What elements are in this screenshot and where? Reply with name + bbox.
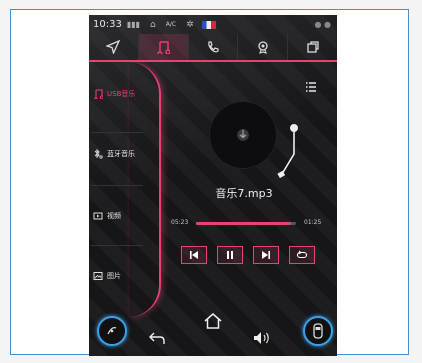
progress-fill xyxy=(196,222,291,225)
divider xyxy=(91,185,143,186)
flag-icon xyxy=(201,20,216,29)
next-icon xyxy=(262,251,270,259)
image-icon xyxy=(93,272,103,280)
status-dots-icon: ● ● xyxy=(314,20,331,29)
settings-badge-icon xyxy=(258,41,268,54)
previous-icon xyxy=(190,251,198,259)
progress-bar[interactable] xyxy=(196,222,296,225)
repeat-button[interactable] xyxy=(289,246,315,264)
album-disc: ⏚ xyxy=(210,102,276,168)
repeat-icon xyxy=(296,250,308,259)
head-unit-screen: 10:33 ▮▮▮ ⌂ A/C ✲ ● ● USB音乐 蓝牙音乐 视频 图片 ⏚… xyxy=(89,15,337,356)
copy-icon xyxy=(306,41,319,53)
tab-copy[interactable] xyxy=(288,34,337,60)
volume-icon xyxy=(254,332,269,344)
usb-music-icon xyxy=(94,89,103,99)
sidebar-item-label: 图片 xyxy=(107,272,121,280)
music-icon xyxy=(157,41,171,54)
phone-icon xyxy=(208,41,219,53)
ac-label: A/C xyxy=(165,20,177,28)
climate-dial-icon xyxy=(107,326,117,335)
home-icon xyxy=(204,313,222,329)
ac-indicator: A/C xyxy=(165,20,177,28)
sidebar-item-bluetooth-music[interactable]: 蓝牙音乐 xyxy=(93,149,135,159)
next-button[interactable] xyxy=(253,246,279,264)
pause-icon xyxy=(227,251,233,259)
bluetooth-music-icon xyxy=(94,149,103,159)
home-button[interactable] xyxy=(203,312,223,334)
tonearm-icon xyxy=(277,124,298,179)
tab-phone[interactable] xyxy=(189,34,239,60)
pause-button[interactable] xyxy=(217,246,243,264)
car-icon: ⌂ xyxy=(150,19,156,30)
song-title: 音乐7.mp3 xyxy=(215,187,273,200)
sidebar-item-usb-music[interactable]: USB音乐 xyxy=(93,89,135,99)
fan-icon: ✲ xyxy=(186,19,194,30)
clock: 10:33 xyxy=(93,19,122,30)
tab-navigation[interactable] xyxy=(89,34,139,60)
sidebar-curve xyxy=(129,62,161,317)
top-navigation xyxy=(89,34,337,60)
sidebar-item-images[interactable]: 图片 xyxy=(93,271,121,281)
divider xyxy=(91,245,143,246)
sidebar-item-label: 蓝牙音乐 xyxy=(107,150,135,158)
signal-icon: ▮▮▮ xyxy=(126,20,141,29)
car-status-icon xyxy=(313,323,323,339)
total-time: 01:25 xyxy=(304,219,322,226)
back-button[interactable] xyxy=(149,330,165,349)
tab-settings[interactable] xyxy=(238,34,289,60)
back-arrow-icon xyxy=(149,332,165,344)
sidebar-item-label: 视频 xyxy=(107,212,121,220)
previous-button[interactable] xyxy=(181,246,207,264)
volume-button[interactable] xyxy=(253,330,271,349)
car-status-button[interactable] xyxy=(303,316,333,346)
status-bar: 10:33 ▮▮▮ ⌂ A/C ✲ ● ● xyxy=(89,15,337,34)
climate-dial-button[interactable] xyxy=(97,316,127,346)
playlist-button[interactable] xyxy=(305,78,317,97)
list-icon xyxy=(306,82,316,92)
navigation-icon xyxy=(106,40,121,54)
sidebar-item-video[interactable]: 视频 xyxy=(93,211,121,221)
bottom-bar xyxy=(89,308,337,356)
nav-accent-line xyxy=(89,60,337,62)
current-time: 05:23 xyxy=(171,219,189,226)
sidebar-item-label: USB音乐 xyxy=(107,90,136,98)
usb-icon: ⏚ xyxy=(238,130,248,141)
tab-music[interactable] xyxy=(138,34,189,60)
divider xyxy=(91,132,143,133)
video-icon xyxy=(93,212,103,220)
